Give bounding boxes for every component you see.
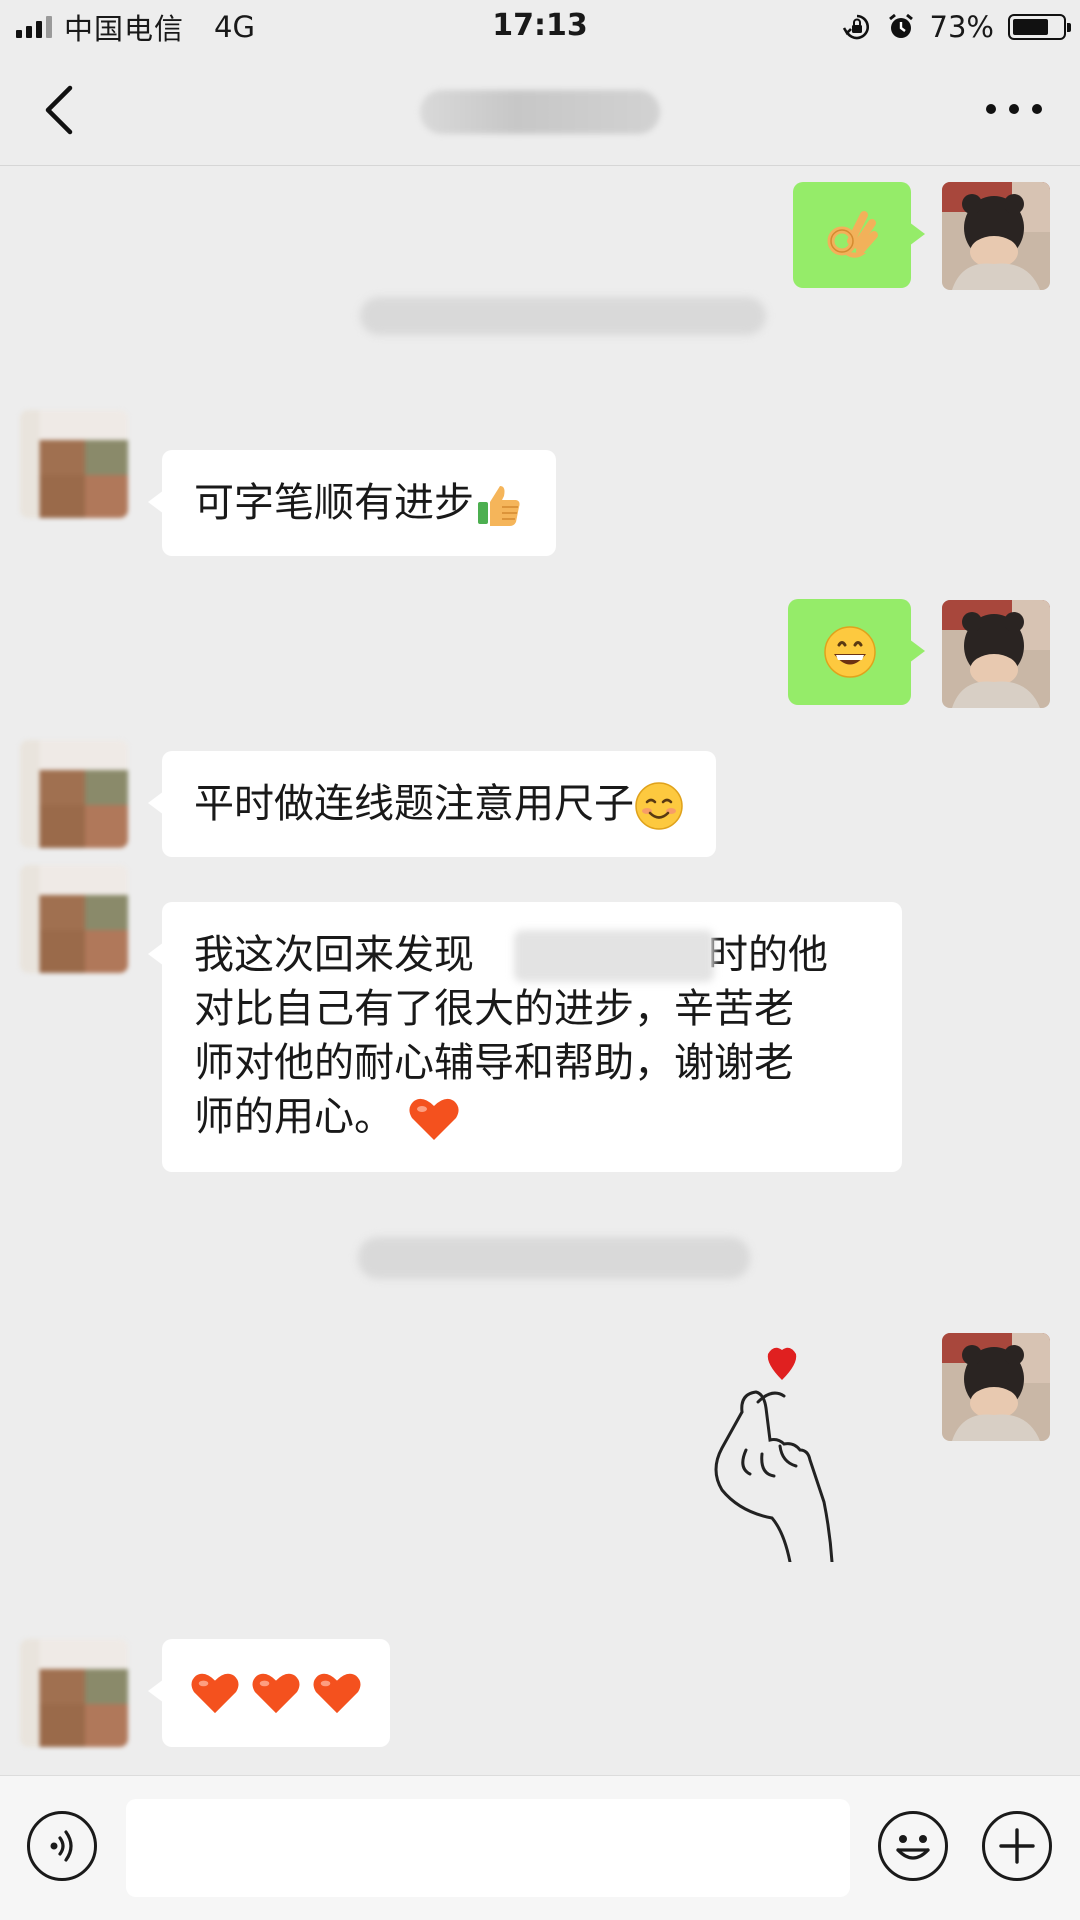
voice-icon <box>50 1830 73 1862</box>
emoji-icon <box>896 1835 930 1860</box>
message-text: 师的用心。 <box>194 1094 394 1140</box>
message-bubble-other[interactable]: 我这次回来发现 时的他 对比自己有了很大的进步，辛苦老 师对他的耐心辅导和帮助，… <box>148 902 902 1172</box>
avatar-self[interactable] <box>942 600 1050 708</box>
back-button[interactable] <box>36 82 86 138</box>
orange-heart-emoji <box>409 1098 459 1140</box>
avatar-other[interactable] <box>20 1639 128 1747</box>
message-bubble-self[interactable] <box>793 182 925 288</box>
avatar-other[interactable] <box>20 865 128 973</box>
plus-icon <box>999 1828 1035 1864</box>
message-bubble-other[interactable]: 可字笔顺有进步 <box>148 450 556 556</box>
ok-hand-emoji <box>827 211 878 258</box>
message-bubble-self[interactable] <box>788 599 925 705</box>
orange-heart-emoji <box>191 1673 239 1714</box>
message-text: 平时做连线题注意用尺子 <box>194 781 634 827</box>
nav-bar <box>0 54 1080 166</box>
plus-button[interactable] <box>982 1811 1052 1881</box>
emoji-button[interactable] <box>878 1811 948 1881</box>
message-line: 对比自己有了很大的进步，辛苦老 <box>194 986 794 1032</box>
message-text: 时的他 <box>708 932 828 978</box>
status-right: 73% <box>842 10 1071 44</box>
message-text: 可字笔顺有进步 <box>194 480 474 526</box>
message-line: 师对他的耐心辅导和帮助，谢谢老 <box>194 1040 794 1086</box>
dot <box>1032 104 1042 114</box>
timestamp-redacted <box>360 297 766 335</box>
grinning-face-emoji <box>823 626 876 678</box>
avatar-self[interactable] <box>942 182 1050 290</box>
dot <box>986 104 996 114</box>
message-bubble-other[interactable]: 平时做连线题注意用尺子 <box>148 751 716 857</box>
avatar-self[interactable] <box>942 1333 1050 1441</box>
message-line: 我这次回来发现 时的他 <box>194 928 870 982</box>
message-input[interactable] <box>126 1799 850 1897</box>
avatar-other[interactable] <box>20 740 128 848</box>
finger-heart-sticker[interactable] <box>700 1342 850 1562</box>
thumbs-up-emoji <box>478 486 520 526</box>
alarm-icon <box>888 13 913 38</box>
battery-icon <box>1008 14 1071 40</box>
timestamp-redacted <box>358 1237 750 1279</box>
message-text: 我这次回来发现 <box>194 932 474 978</box>
chat-title-redacted <box>420 90 660 134</box>
message-bubble-other[interactable] <box>148 1639 390 1747</box>
avatar-other[interactable] <box>20 410 128 518</box>
chat-area[interactable]: 可字笔顺有进步 平时做连线题注意用尺子 我这次回来发现 时的他 对比自己有了很大… <box>0 167 1080 1774</box>
message-line: 师的用心。 <box>194 1090 870 1144</box>
more-button[interactable] <box>986 94 1042 124</box>
status-bar: 中国电信 4G 17:13 73% <box>0 0 1080 54</box>
redacted-text <box>514 930 714 982</box>
orange-heart-emoji <box>313 1673 361 1714</box>
smiling-face-emoji <box>635 782 683 830</box>
voice-button[interactable] <box>27 1811 97 1881</box>
dot <box>1009 104 1019 114</box>
input-bar <box>0 1775 1080 1920</box>
orange-heart-emoji <box>252 1673 300 1714</box>
rotation-lock-icon <box>842 14 869 40</box>
battery-percentage: 73% <box>929 10 994 44</box>
